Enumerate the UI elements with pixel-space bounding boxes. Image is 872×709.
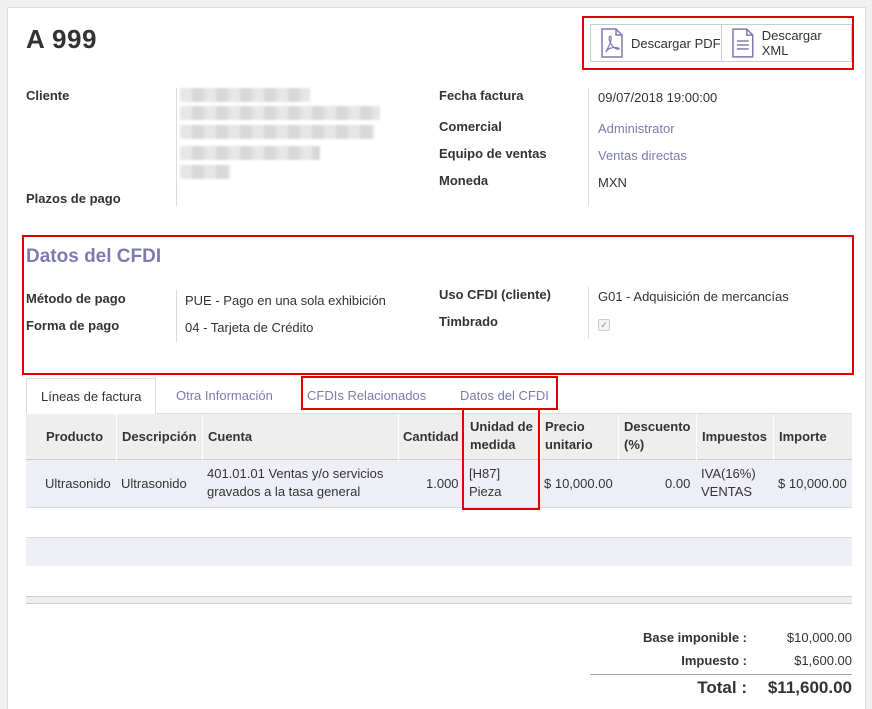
base-imponible-label: Base imponible : [642,630,747,645]
col-precio-unitario[interactable]: Precio unitario [545,418,593,454]
impuesto-value: $1,600.00 [794,653,852,668]
cell-cantidad: 1.000 [426,476,459,491]
table-row[interactable]: Ultrasonido Ultrasonido 401.01.01 Ventas… [26,460,852,508]
fecha-value[interactable]: 09/07/2018 19:00:00 [598,90,717,105]
moneda-label: Moneda [439,173,489,188]
uso-value[interactable]: G01 - Adquisición de mercancías [598,289,789,304]
base-imponible-value: $10,000.00 [786,630,852,645]
uso-label: Uso CFDI (cliente) [439,287,551,302]
fecha-label: Fecha factura [439,88,524,103]
cfdi-section-title: Datos del CFDI [26,246,162,267]
impuesto-label: Impuesto : [681,653,747,668]
col-precio-unitario-line2: unitario [545,437,593,452]
cell-precio: $ 10,000.00 [544,476,613,491]
col-cuenta[interactable]: Cuenta [208,428,252,446]
forma-label: Forma de pago [26,318,120,333]
cell-cuenta-line2: gravados a la tasa general [207,484,361,499]
pdf-file-icon [601,28,623,58]
plazos-label: Plazos de pago [26,191,121,206]
divider [176,88,177,206]
divider [176,290,177,342]
download-pdf-button[interactable]: Descargar PDF [590,24,722,62]
cell-impuestos: IVA(16%) VENTAS [701,465,756,501]
download-pdf-label: Descargar PDF [631,35,721,51]
equipo-link[interactable]: Ventas directas [598,148,687,163]
col-descuento-line2: (%) [624,437,645,452]
equipo-label: Equipo de ventas [439,146,547,161]
divider [588,88,589,206]
moneda-value[interactable]: MXN [598,175,627,190]
download-xml-button[interactable]: Descargar XML [722,24,852,62]
cliente-label: Cliente [26,88,70,103]
download-highlight: Descargar PDF Descargar XML [582,16,854,70]
col-producto[interactable]: Producto [46,428,103,446]
cell-importe: $ 10,000.00 [778,476,847,491]
document-icon [732,28,754,58]
tab-lineas-factura[interactable]: Líneas de factura [26,378,157,414]
total-label: Total : [697,678,747,697]
col-impuestos[interactable]: Impuestos [702,428,767,446]
metodo-label: Método de pago [26,291,126,306]
cell-descuento: 0.00 [665,476,691,491]
col-descuento-line1: Descuento [624,419,691,434]
comercial-link[interactable]: Administrator [598,121,675,136]
cell-cuenta-line1: 401.01.01 Ventas y/o servicios [207,466,384,481]
unidad-medida-highlight [462,408,540,510]
tab-otra-informacion[interactable]: Otra Información [176,378,273,414]
timbrado-label: Timbrado [439,314,498,329]
metodo-value[interactable]: PUE - Pago en una sola exhibición [185,293,386,308]
invoice-form: A 999 Descargar PDF Descargar XML Client… [7,7,866,709]
empty-table-row [26,537,852,566]
forma-value[interactable]: 04 - Tarjeta de Crédito [185,320,313,335]
divider [588,287,589,339]
tabs-highlight [301,376,558,410]
table-footer [26,596,852,604]
col-descripcion[interactable]: Descripción [122,428,196,446]
total-value: $11,600.00 [767,678,852,697]
cell-producto: Ultrasonido [45,476,111,491]
cell-impuestos-line1: IVA(16%) [701,466,756,481]
col-cantidad[interactable]: Cantidad [403,428,459,446]
cell-cuenta: 401.01.01 Ventas y/o servicios gravados … [207,465,383,501]
col-descuento[interactable]: Descuento (%) [624,418,690,454]
col-precio-unitario-line1: Precio [545,419,585,434]
cell-descripcion: Ultrasonido [121,476,187,491]
timbrado-checkbox[interactable]: ✓ [598,319,610,331]
total-divider [590,674,852,675]
invoice-title: A 999 [26,24,97,54]
download-xml-label: Descargar XML [761,28,822,58]
table-header: Producto Descripción Cuenta Cantidad Uni… [26,414,852,460]
comercial-label: Comercial [439,119,502,134]
col-importe[interactable]: Importe [779,428,827,446]
cell-impuestos-line2: VENTAS [701,484,753,499]
